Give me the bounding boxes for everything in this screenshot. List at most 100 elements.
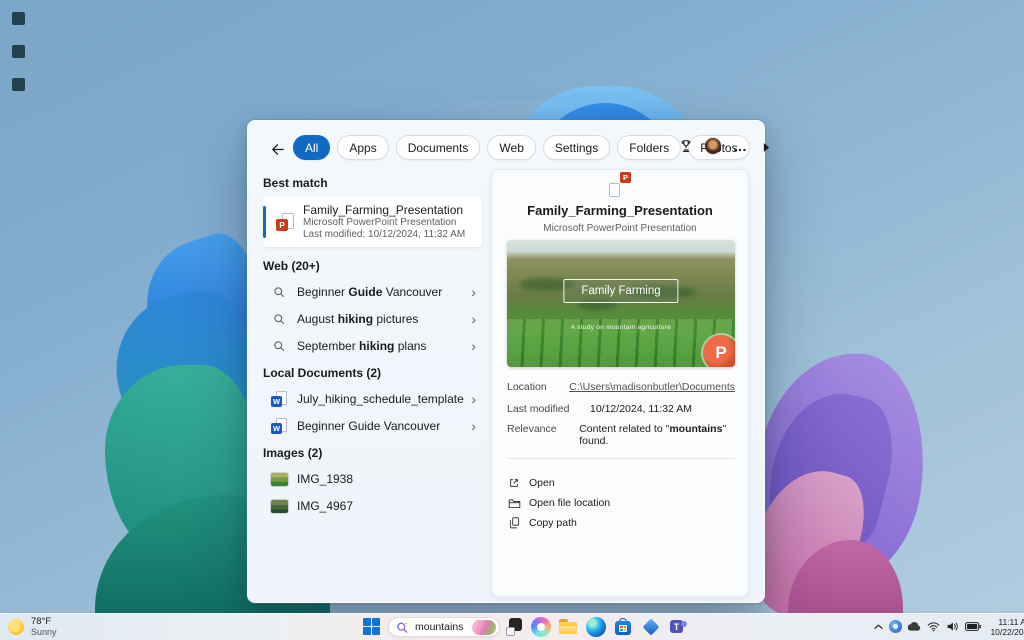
action-open-file-location[interactable]: Open file location — [507, 493, 735, 513]
powerpoint-logo: P — [703, 335, 735, 367]
tray-chevron-up-icon[interactable] — [870, 624, 886, 630]
web-suggestion-row[interactable]: September hiking plans › — [263, 333, 482, 359]
file-explorer-icon[interactable] — [558, 617, 578, 637]
web-suggestion-text: September hiking plans — [297, 339, 426, 353]
back-button[interactable] — [268, 140, 286, 158]
chevron-right-icon: › — [471, 314, 476, 324]
image-row[interactable]: IMG_1938 — [263, 466, 482, 492]
best-match-type: Microsoft PowerPoint Presentation — [303, 217, 456, 228]
card-divider — [507, 458, 735, 459]
action-copy-path[interactable]: Copy path — [507, 513, 735, 533]
image-thumbnail — [270, 500, 288, 513]
action-label: Open — [529, 477, 555, 489]
action-label: Open file location — [529, 497, 610, 509]
open-icon — [507, 477, 521, 489]
sun-icon — [8, 619, 24, 635]
back-arrow-icon — [270, 142, 285, 157]
desktop-icon[interactable] — [12, 12, 25, 25]
tab-documents[interactable]: Documents — [396, 135, 481, 160]
search-icon — [396, 621, 409, 634]
section-header-best-match: Best match — [263, 176, 328, 190]
tab-web[interactable]: Web — [487, 135, 535, 160]
search-icon — [270, 313, 288, 325]
onedrive-cloud-icon[interactable] — [904, 622, 924, 632]
slide-thumbnail[interactable]: Family Farming A study on mountain agric… — [507, 240, 735, 367]
date: 10/22/2024 — [986, 627, 1024, 637]
best-match-title: Family_Farming_Presentation — [303, 203, 463, 217]
search-results-panel: All Apps Documents Web Settings Folders … — [247, 120, 765, 603]
meta-value: Content related to "mountains" found. — [579, 423, 735, 447]
preview-card: P Family_Farming_Presentation Microsoft … — [491, 169, 749, 597]
weather-condition: Sunny — [31, 627, 57, 637]
user-avatar[interactable] — [705, 138, 721, 154]
chevron-right-icon: › — [471, 287, 476, 297]
tab-all[interactable]: All — [293, 135, 330, 160]
rewards-icon[interactable] — [679, 139, 693, 153]
word-file-icon: W — [270, 391, 288, 407]
desktop-icon[interactable] — [12, 78, 25, 91]
tab-settings[interactable]: Settings — [543, 135, 610, 160]
panel-header-icons: … — [679, 138, 748, 154]
image-title: IMG_1938 — [297, 472, 353, 486]
document-title: July_hiking_schedule_template — [297, 392, 464, 406]
word-file-icon: W — [270, 418, 288, 434]
teams-icon[interactable]: T — [668, 617, 688, 637]
chevron-right-icon: › — [471, 341, 476, 351]
more-tabs-button[interactable] — [763, 143, 770, 152]
chevron-right-icon: › — [471, 421, 476, 431]
best-match-item[interactable]: P Family_Farming_Presentation Microsoft … — [263, 197, 482, 247]
section-header-local-documents: Local Documents (2) — [263, 366, 381, 380]
search-icon — [270, 286, 288, 298]
meta-value: 10/12/2024, 11:32 AM — [590, 403, 692, 415]
meta-label: Last modified — [507, 403, 590, 415]
search-icon — [270, 340, 288, 352]
wifi-icon[interactable] — [924, 621, 943, 632]
selection-accent-bar — [263, 206, 266, 238]
image-title: IMG_4967 — [297, 499, 353, 513]
panel-more-menu[interactable]: … — [733, 141, 748, 151]
best-match-modified: Last modified: 10/12/2024, 11:32 AM — [303, 229, 465, 240]
meta-label: Relevance — [507, 423, 579, 447]
task-view-button[interactable] — [504, 617, 524, 637]
microsoft-store-icon[interactable] — [613, 617, 633, 637]
start-button[interactable] — [363, 618, 380, 635]
web-suggestion-row[interactable]: August hiking pictures › — [263, 306, 482, 332]
slide-subtitle: A study on mountain agriculture — [507, 324, 735, 331]
more-tabs-arrow-icon — [763, 143, 770, 152]
powerpoint-file-icon: P — [276, 213, 294, 231]
section-header-web: Web (20+) — [263, 259, 320, 273]
action-open[interactable]: Open — [507, 473, 735, 493]
copilot-icon[interactable] — [531, 617, 551, 637]
folder-icon — [507, 498, 521, 509]
preview-title: Family_Farming_Presentation — [492, 203, 748, 218]
weather-widget[interactable]: 78°F Sunny — [8, 616, 57, 637]
preview-subtitle: Microsoft PowerPoint Presentation — [492, 223, 748, 234]
desktop-icon[interactable] — [12, 45, 25, 58]
search-query-text: mountains — [415, 621, 472, 633]
edge-browser-icon[interactable] — [586, 617, 606, 637]
weather-temp: 78°F — [31, 616, 57, 627]
tray-app-icon[interactable] — [886, 620, 904, 633]
system-tray: 11:11 AM 10/22/2024 — [870, 613, 1024, 640]
document-row[interactable]: W Beginner Guide Vancouver › — [263, 413, 482, 439]
location-link[interactable]: C:\Users\madisonbutler\Documents — [569, 381, 735, 393]
desktop: All Apps Documents Web Settings Folders … — [0, 0, 1024, 640]
copy-icon — [507, 517, 521, 529]
slide-title: Family Farming — [563, 279, 678, 303]
clock[interactable]: 11:11 AM 10/22/2024 — [986, 617, 1024, 637]
image-thumbnail — [270, 473, 288, 486]
tab-apps[interactable]: Apps — [337, 135, 388, 160]
tab-folders[interactable]: Folders — [617, 135, 681, 160]
blue-diamond-app-icon[interactable] — [641, 617, 661, 637]
image-row[interactable]: IMG_4967 — [263, 493, 482, 519]
battery-icon[interactable] — [962, 622, 983, 631]
web-suggestion-text: August hiking pictures — [297, 312, 418, 326]
volume-icon[interactable] — [943, 621, 962, 632]
web-suggestion-text: Beginner Guide Vancouver — [297, 285, 442, 299]
action-label: Copy path — [529, 517, 577, 529]
search-highlight-image — [472, 620, 496, 635]
meta-label: Location — [507, 381, 569, 393]
taskbar-search-box[interactable]: mountains — [388, 617, 500, 637]
web-suggestion-row[interactable]: Beginner Guide Vancouver › — [263, 279, 482, 305]
document-row[interactable]: W July_hiking_schedule_template › — [263, 386, 482, 412]
